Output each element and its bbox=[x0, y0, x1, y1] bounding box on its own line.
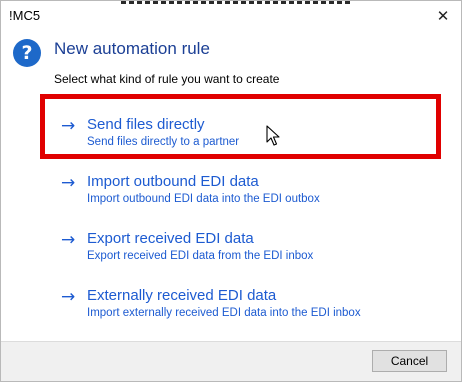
mouse-cursor-icon bbox=[266, 125, 280, 146]
option-title: Send files directly bbox=[87, 116, 205, 133]
option-title: Externally received EDI data bbox=[87, 287, 277, 304]
cancel-button[interactable]: Cancel bbox=[372, 350, 447, 372]
arrow-right-icon: → bbox=[61, 173, 76, 193]
question-icon: ? bbox=[13, 39, 41, 67]
instruction-text: Select what kind of rule you want to cre… bbox=[54, 72, 280, 86]
option-description: Send files directly to a partner bbox=[87, 136, 240, 148]
arrow-right-icon: → bbox=[61, 287, 76, 307]
dialog-footer: Cancel bbox=[1, 341, 461, 381]
option-import-outbound-edi[interactable]: → Import outbound EDI data Import outbou… bbox=[57, 173, 447, 215]
title-bar: !MC5 ✕ bbox=[1, 4, 461, 28]
option-externally-received-edi[interactable]: → Externally received EDI data Import ex… bbox=[57, 287, 447, 329]
arrow-right-icon: → bbox=[61, 230, 76, 250]
option-description: Import outbound EDI data into the EDI ou… bbox=[87, 193, 320, 205]
option-send-files-directly[interactable]: → Send files directly Send files directl… bbox=[57, 116, 447, 158]
dialog-heading: New automation rule bbox=[54, 39, 210, 58]
close-icon[interactable]: ✕ bbox=[431, 5, 455, 27]
option-description: Export received EDI data from the EDI in… bbox=[87, 250, 314, 262]
option-description: Import externally received EDI data into… bbox=[87, 307, 361, 319]
window-title: !MC5 bbox=[9, 8, 41, 23]
arrow-right-icon: → bbox=[61, 116, 76, 136]
option-export-received-edi[interactable]: → Export received EDI data Export receiv… bbox=[57, 230, 447, 272]
option-title: Import outbound EDI data bbox=[87, 173, 259, 190]
option-title: Export received EDI data bbox=[87, 230, 254, 247]
automation-rule-dialog: !MC5 ✕ ? New automation rule Select what… bbox=[0, 0, 462, 382]
